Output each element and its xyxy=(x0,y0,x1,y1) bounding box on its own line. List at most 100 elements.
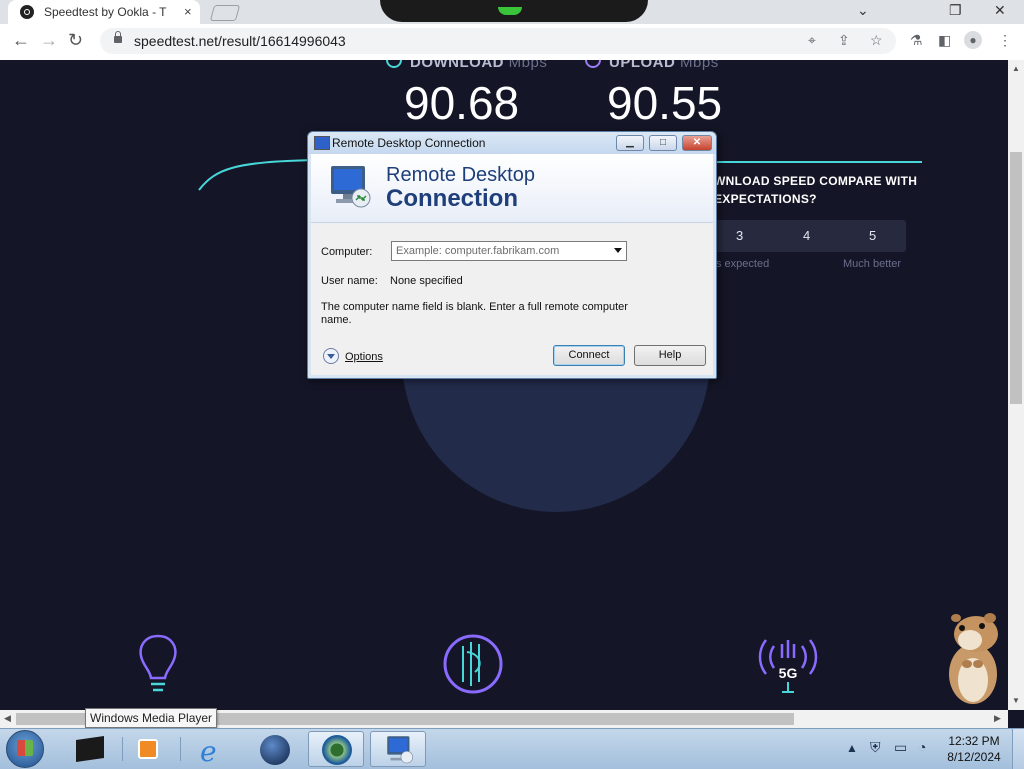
options-toggle[interactable]: Options xyxy=(323,348,383,364)
username-label: User name: xyxy=(321,275,378,287)
browser-toolbar: ← → ↻ speedtest.net/result/16614996043 ⌖… xyxy=(0,24,1024,61)
taskbar-app-button[interactable] xyxy=(62,731,118,767)
dialog-maximize-button[interactable]: □ xyxy=(649,135,677,151)
decorative-top-overlay xyxy=(380,0,648,22)
connect-button[interactable]: Connect xyxy=(553,345,625,366)
tab-close-icon[interactable]: × xyxy=(184,4,192,19)
vertical-scrollbar[interactable]: ▲ ▼ xyxy=(1008,60,1024,710)
download-value: 90.68 xyxy=(404,77,520,129)
url-text[interactable]: speedtest.net/result/16614996043 xyxy=(134,33,346,49)
lock-icon[interactable] xyxy=(114,31,122,43)
dropdown-arrow-icon[interactable] xyxy=(614,248,622,253)
computer-placeholder: Example: computer.fabrikam.com xyxy=(396,245,560,257)
download-label-text: DOWNLOAD xyxy=(410,60,504,71)
taskbar-separator xyxy=(122,737,123,761)
address-bar[interactable]: speedtest.net/result/16614996043 ⌖ ⇪ ☆ xyxy=(100,28,896,54)
globe-icon xyxy=(260,735,290,765)
forward-button[interactable]: → xyxy=(40,30,58,51)
download-unit: Mbps xyxy=(508,60,548,71)
taskbar: e ▲ ⛨ ▭ ◔ 12:32 PM 8/12/2024 xyxy=(0,728,1024,769)
download-icon xyxy=(386,60,402,68)
scroll-up-arrow-icon[interactable]: ▲ xyxy=(1012,64,1020,73)
help-button[interactable]: Help xyxy=(634,345,706,366)
speedtest-logo-icon xyxy=(443,634,503,694)
options-label[interactable]: Options xyxy=(345,351,383,363)
rating-label-much-better: Much better xyxy=(843,258,902,270)
extension-icon[interactable]: ⚗ xyxy=(910,32,923,49)
system-clock[interactable]: 12:32 PM 8/12/2024 xyxy=(944,733,1004,765)
display-icon[interactable]: ▭ xyxy=(894,739,907,756)
dialog-heading-line1: Remote Desktop xyxy=(386,164,535,186)
dialog-body: Remote Desktop Connection Computer: Exam… xyxy=(311,154,713,375)
taskbar-media-player-button[interactable] xyxy=(126,731,182,767)
sidepanel-icon[interactable]: ◧ xyxy=(938,32,951,49)
expand-chevron-icon[interactable] xyxy=(323,348,339,364)
share-icon[interactable]: ⇪ xyxy=(838,32,850,49)
upload-label: UPLOAD Mbps xyxy=(585,60,719,71)
taskbar-globe-button[interactable] xyxy=(248,731,304,767)
rating-3-button[interactable]: 3 xyxy=(736,228,743,243)
rating-scale: 3 4 5 xyxy=(716,220,906,252)
scroll-down-arrow-icon[interactable]: ▼ xyxy=(1012,696,1020,705)
media-player-icon xyxy=(138,739,158,759)
window-close-button[interactable]: ✕ xyxy=(994,2,1006,19)
window-minimize-button[interactable]: ⌄ xyxy=(857,2,869,19)
show-hidden-icon[interactable]: ▲ xyxy=(846,741,858,755)
upload-value: 90.55 xyxy=(607,77,723,129)
svg-text:5G: 5G xyxy=(779,665,798,681)
dialog-title: Remote Desktop Connection xyxy=(332,136,486,150)
upload-icon xyxy=(585,60,601,68)
vertical-scroll-thumb[interactable] xyxy=(1010,152,1022,404)
taskbar-browser-button[interactable] xyxy=(308,731,364,767)
computer-input[interactable]: Example: computer.fabrikam.com xyxy=(391,241,627,261)
profile-icon[interactable]: ● xyxy=(964,31,982,49)
rdc-title-icon xyxy=(314,136,330,150)
tab-bar: Speedtest by Ookla - T × ⌄ ❐ ✕ xyxy=(0,0,1024,24)
shield-icon[interactable]: ⛨ xyxy=(870,739,881,756)
reload-button[interactable]: ↻ xyxy=(68,30,83,51)
dialog-banner: Remote Desktop Connection xyxy=(311,154,713,223)
taskbar-tooltip: Windows Media Player xyxy=(85,708,218,728)
app-icon xyxy=(76,736,104,762)
taskbar-separator xyxy=(180,737,181,761)
download-graph-line xyxy=(198,159,315,191)
network-icon[interactable]: ◔ xyxy=(918,739,926,755)
start-button[interactable] xyxy=(6,730,44,768)
clock-date: 8/12/2024 xyxy=(947,750,1001,764)
window-restore-button[interactable]: ❐ xyxy=(949,2,962,19)
location-icon[interactable]: ⌖ xyxy=(808,32,816,49)
compare-question: WNLOAD SPEED COMPARE WITH EXPECTATIONS? xyxy=(714,174,918,206)
scroll-left-arrow-icon[interactable]: ◀ xyxy=(4,713,11,724)
back-button[interactable]: ← xyxy=(12,30,30,51)
taskbar-remote-desktop-button[interactable] xyxy=(370,731,426,767)
remote-desktop-icon xyxy=(387,736,414,764)
upload-graph-line xyxy=(700,161,922,163)
blank-computer-message: The computer name field is blank. Enter … xyxy=(321,301,628,326)
taskbar-ie-button[interactable]: e xyxy=(186,731,242,768)
upload-unit: Mbps xyxy=(680,60,719,71)
menu-icon[interactable]: ⋮ xyxy=(998,32,1012,49)
rating-4-button[interactable]: 4 xyxy=(803,228,810,243)
scroll-right-arrow-icon[interactable]: ▶ xyxy=(994,713,1001,724)
browser-tab[interactable]: Speedtest by Ookla - T × xyxy=(8,0,200,24)
hamster-sticker-image xyxy=(949,613,998,704)
computer-label: Computer: xyxy=(321,246,373,258)
remote-desktop-dialog: Remote Desktop Connection ▁ □ ✕ Remote D… xyxy=(307,131,717,379)
rating-label-expected: s expected xyxy=(716,258,770,270)
dialog-titlebar[interactable]: Remote Desktop Connection ▁ □ ✕ xyxy=(308,132,716,154)
speedtest-favicon-icon xyxy=(20,5,34,19)
new-tab-button[interactable] xyxy=(209,5,241,21)
5g-icon: 5G xyxy=(758,639,818,693)
upload-label-text: UPLOAD xyxy=(609,60,676,71)
tab-title: Speedtest by Ookla - T xyxy=(44,5,167,19)
remote-desktop-logo-icon xyxy=(331,166,371,208)
dialog-minimize-button[interactable]: ▁ xyxy=(616,135,644,151)
dialog-heading-line2: Connection xyxy=(386,185,518,212)
download-label: DOWNLOAD Mbps xyxy=(386,60,547,71)
star-icon[interactable]: ☆ xyxy=(870,32,883,49)
show-desktop-button[interactable] xyxy=(1012,729,1024,769)
internet-explorer-icon: e xyxy=(200,735,217,768)
rating-5-button[interactable]: 5 xyxy=(869,228,876,243)
dialog-close-button[interactable]: ✕ xyxy=(682,135,712,151)
browser-icon xyxy=(322,735,352,765)
